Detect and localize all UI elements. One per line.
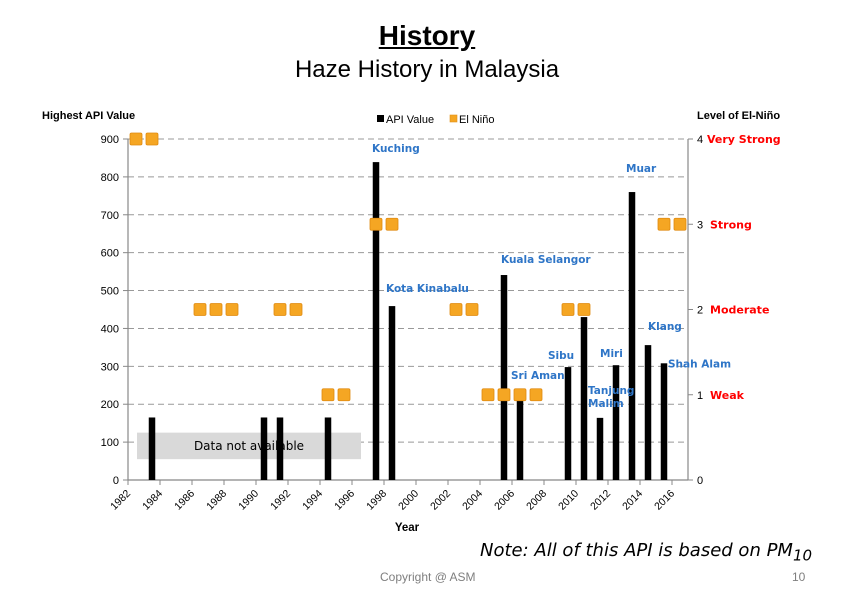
x-tick-label: 1996 [332,488,357,513]
el-nino-marker [465,303,479,316]
x-tick-label: 1984 [140,488,165,513]
x-tick-label: 2002 [428,488,453,513]
x-tick-label: 2010 [556,488,581,513]
bar-city-label: Kota Kinabalu [386,283,469,295]
legend-label-api: API Value [386,114,434,126]
bar-city-label: Muar [626,163,657,175]
x-tick-label: 2000 [396,488,421,513]
api-bar [660,363,668,480]
x-axis-title: Year [395,522,420,534]
y2-axis-title: Level of El-Niño [697,110,780,122]
el-nino-marker [337,388,351,402]
el-nino-marker [193,303,207,316]
page-number: 10 [792,570,806,584]
el-nino-marker [561,303,575,316]
y-tick-label: 100 [101,437,119,449]
x-tick-label: 2012 [588,488,613,513]
bar-city-label: Klang [648,321,682,333]
el-nino-marker [385,217,399,231]
haze-chart: 0 100 200 300 400 500 600 700 800 900 0 1 Weak 2 Moder… [42,110,781,534]
pm10-note: Note: All of this API is based on PM10 [480,540,812,565]
y2-tick-label: 3 [697,219,703,231]
y-tick-label: 900 [101,134,119,146]
api-bar [564,367,572,480]
y-tick-label: 0 [113,475,119,487]
el-nino-marker [529,388,543,402]
el-nino-marker [497,388,511,402]
y2-tick-label: 1 [697,390,703,402]
y2-tick-label: 4 [697,134,703,146]
x-tick-label: 2004 [460,488,485,513]
el-nino-level-name: Strong [710,218,752,231]
el-nino-marker [129,132,143,146]
el-nino-marker [145,132,159,146]
legend-swatch-api [377,115,384,122]
y2-tick-label: 0 [697,475,703,487]
legend-swatch-elnino [449,114,458,123]
el-nino-marker [369,217,383,231]
x-tick-label: 1982 [108,488,133,513]
y-tick-label: 500 [101,286,119,298]
el-nino-marker [673,217,687,231]
el-nino-marker [449,303,463,316]
api-bar [644,345,652,480]
note-text: Note: All of this API is based on PM [480,540,793,561]
y-tick-label: 600 [101,248,119,260]
el-nino-marker [513,388,527,402]
api-bar [500,275,508,480]
api-bar [628,192,636,481]
el-nino-marker [321,388,335,402]
x-tick-label: 1998 [364,488,389,513]
x-tick-label: 2008 [524,488,549,513]
el-nino-marker [225,303,239,316]
api-bar [372,162,380,480]
api-bar [324,417,332,480]
x-tick-label: 1986 [172,488,197,513]
el-nino-level-name: Weak [710,389,745,402]
api-bar [596,417,604,480]
el-nino-marker [481,388,495,402]
data-not-available-label: Data not available [194,439,304,453]
x-tick-label: 1992 [268,488,293,513]
x-tick-label: 1990 [236,488,261,513]
y-tick-label: 200 [101,399,119,411]
y-tick-label: 800 [101,172,119,184]
x-tick-label: 2016 [652,488,677,513]
bar-city-label: Tanjung [588,385,634,397]
x-tick-label: 1994 [300,488,325,513]
y-tick-label: 700 [101,210,119,222]
legend-label-elnino: El Niño [459,114,494,126]
x-tick-label: 2014 [620,488,645,513]
api-bar [388,306,396,480]
copyright: Copyright @ ASM [380,570,476,584]
el-nino-level-name: Very Strong [707,133,781,146]
el-nino-marker [209,303,223,316]
api-bar [612,365,620,480]
el-nino-marker [657,217,671,231]
y-axis-title: Highest API Value [42,110,135,122]
x-tick-label: 2006 [492,488,517,513]
y-tick-label: 400 [101,323,119,335]
y2-tick-label: 2 [697,305,703,317]
bar-city-label: Sri Aman [511,370,565,382]
bar-city-label: Shah Alam [668,358,731,370]
el-nino-marker [577,303,591,316]
note-subscript: 10 [792,546,813,565]
el-nino-level-name: Moderate [710,304,769,317]
api-bar [516,400,524,480]
bar-city-label: Kuala Selangor [501,254,591,266]
bar-city-label: Miri [600,348,623,360]
x-tick-label: 1988 [204,488,229,513]
api-bar [580,317,588,480]
y-tick-label: 300 [101,361,119,373]
bar-city-label: Malim [588,398,624,410]
api-bar [148,417,156,480]
el-nino-marker [273,303,287,316]
bar-city-label: Sibu [548,350,574,362]
bar-city-label: Kuching [372,143,420,155]
el-nino-marker [289,303,303,316]
